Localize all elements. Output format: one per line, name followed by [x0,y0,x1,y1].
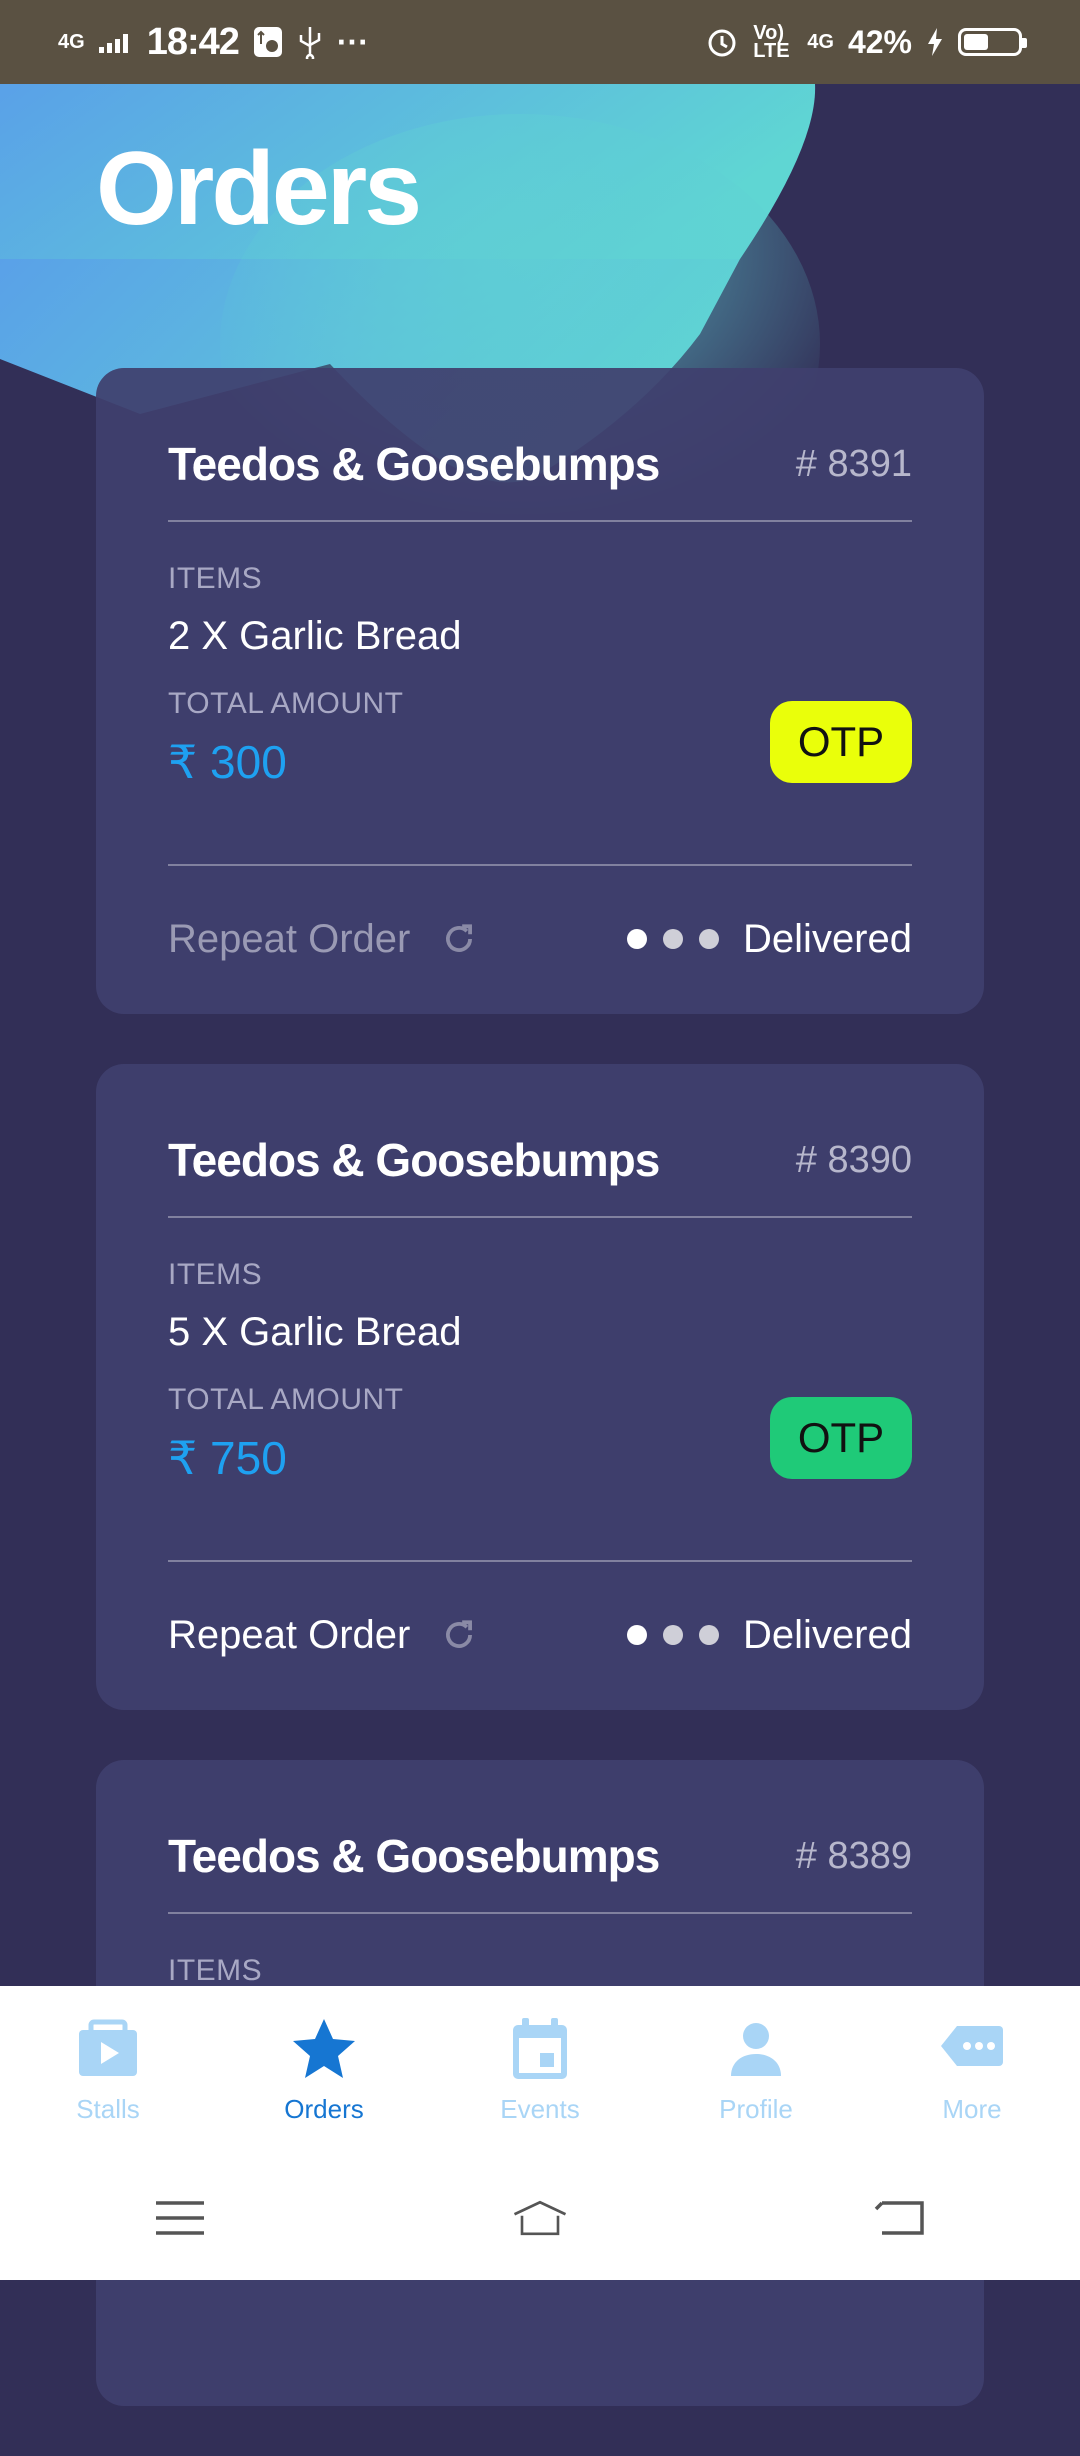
status-bar: 4G 18:42 ··· Vo) LTE 4G 42% [0,0,1080,84]
nav-orders[interactable]: Orders [216,1986,432,2156]
stall-name: Teedos & Goosebumps [168,1830,660,1882]
nav-label: Orders [284,2094,364,2124]
nav-more[interactable]: More [864,1986,1080,2156]
items-label: ITEMS [168,1954,263,1987]
more-notifications: ··· [336,24,369,60]
home-icon[interactable] [510,2193,570,2243]
order-items: 2 X Garlic Bread [168,614,462,658]
network-indicator-2: 4G [807,31,834,53]
alarm-icon [708,29,736,57]
calendar-icon [513,2018,567,2079]
total-amount-label: TOTAL AMOUNT [168,1383,404,1416]
order-card-footer: Repeat Order Delivered [168,1560,912,1710]
person-icon [731,2023,781,2076]
stall-name: Teedos & Goosebumps [168,438,660,490]
repeat-order-button[interactable]: Repeat Order [168,1613,478,1658]
status-dot [627,1625,648,1645]
status-dot [627,929,648,949]
stall-name: Teedos & Goosebumps [168,1134,660,1186]
page-title: Orders [96,131,422,247]
order-items: 5 X Garlic Bread [168,1310,462,1354]
repeat-order-label: Repeat Order [168,1612,411,1657]
status-dot [663,929,684,949]
status-dot [699,929,720,949]
star-icon [293,2019,355,2078]
status-dot [663,1625,684,1645]
battery-icon [958,28,1027,56]
items-label: ITEMS [168,1258,263,1291]
volte-indicator: Vo) LTE [753,22,790,62]
nav-label: Profile [719,2094,793,2124]
stalls-icon [79,2019,137,2076]
otp-button[interactable]: OTP [770,1397,912,1479]
delivery-status: Delivered [627,917,912,962]
order-card-footer: Repeat Order Delivered [168,864,912,1014]
menu-icon[interactable] [150,2193,210,2243]
back-icon[interactable] [870,2193,930,2243]
order-card-header: Teedos & Goosebumps # 8390 [168,1064,912,1218]
order-card[interactable]: Teedos & Goosebumps # 8391 ITEMS 2 X Gar… [96,368,984,1014]
otp-button[interactable]: OTP [770,701,912,783]
nav-profile[interactable]: Profile [648,1986,864,2156]
delivery-status: Delivered [627,1613,912,1658]
status-label: Delivered [743,1612,912,1657]
charging-icon [928,28,942,56]
total-amount: ₹ 300 [168,736,287,788]
nav-label: More [942,2094,1002,2124]
status-label: Delivered [743,916,912,961]
total-amount: ₹ 750 [168,1432,287,1484]
items-label: ITEMS [168,562,263,595]
clock: 18:42 [146,20,240,63]
nav-stalls[interactable]: Stalls [0,1986,216,2156]
battery-percent: 42% [847,23,912,60]
repeat-order-button[interactable]: Repeat Order [168,917,478,962]
repeat-order-label: Repeat Order [168,916,411,961]
order-number: # 8390 [795,1138,912,1181]
nav-label: Stalls [76,2094,140,2124]
bottom-navigation: Stalls Orders Events Profile More [0,1986,1080,2156]
more-icon [941,2026,1003,2066]
order-card-header: Teedos & Goosebumps # 8389 [168,1760,912,1914]
usb-settings-icon [253,27,282,57]
network-indicator: 4G [58,31,85,53]
refresh-icon [446,924,473,952]
nav-label: Events [500,2094,580,2124]
usb-icon [299,27,321,59]
total-amount-label: TOTAL AMOUNT [168,687,404,720]
order-number: # 8391 [795,442,912,485]
signal-icon [98,34,128,53]
nav-events[interactable]: Events [432,1986,648,2156]
refresh-icon [446,1620,473,1648]
order-card[interactable]: Teedos & Goosebumps # 8390 ITEMS 5 X Gar… [96,1064,984,1710]
order-number: # 8389 [795,1834,912,1877]
system-navigation [0,2156,1080,2280]
status-dot [699,1625,720,1645]
order-card-header: Teedos & Goosebumps # 8391 [168,368,912,522]
